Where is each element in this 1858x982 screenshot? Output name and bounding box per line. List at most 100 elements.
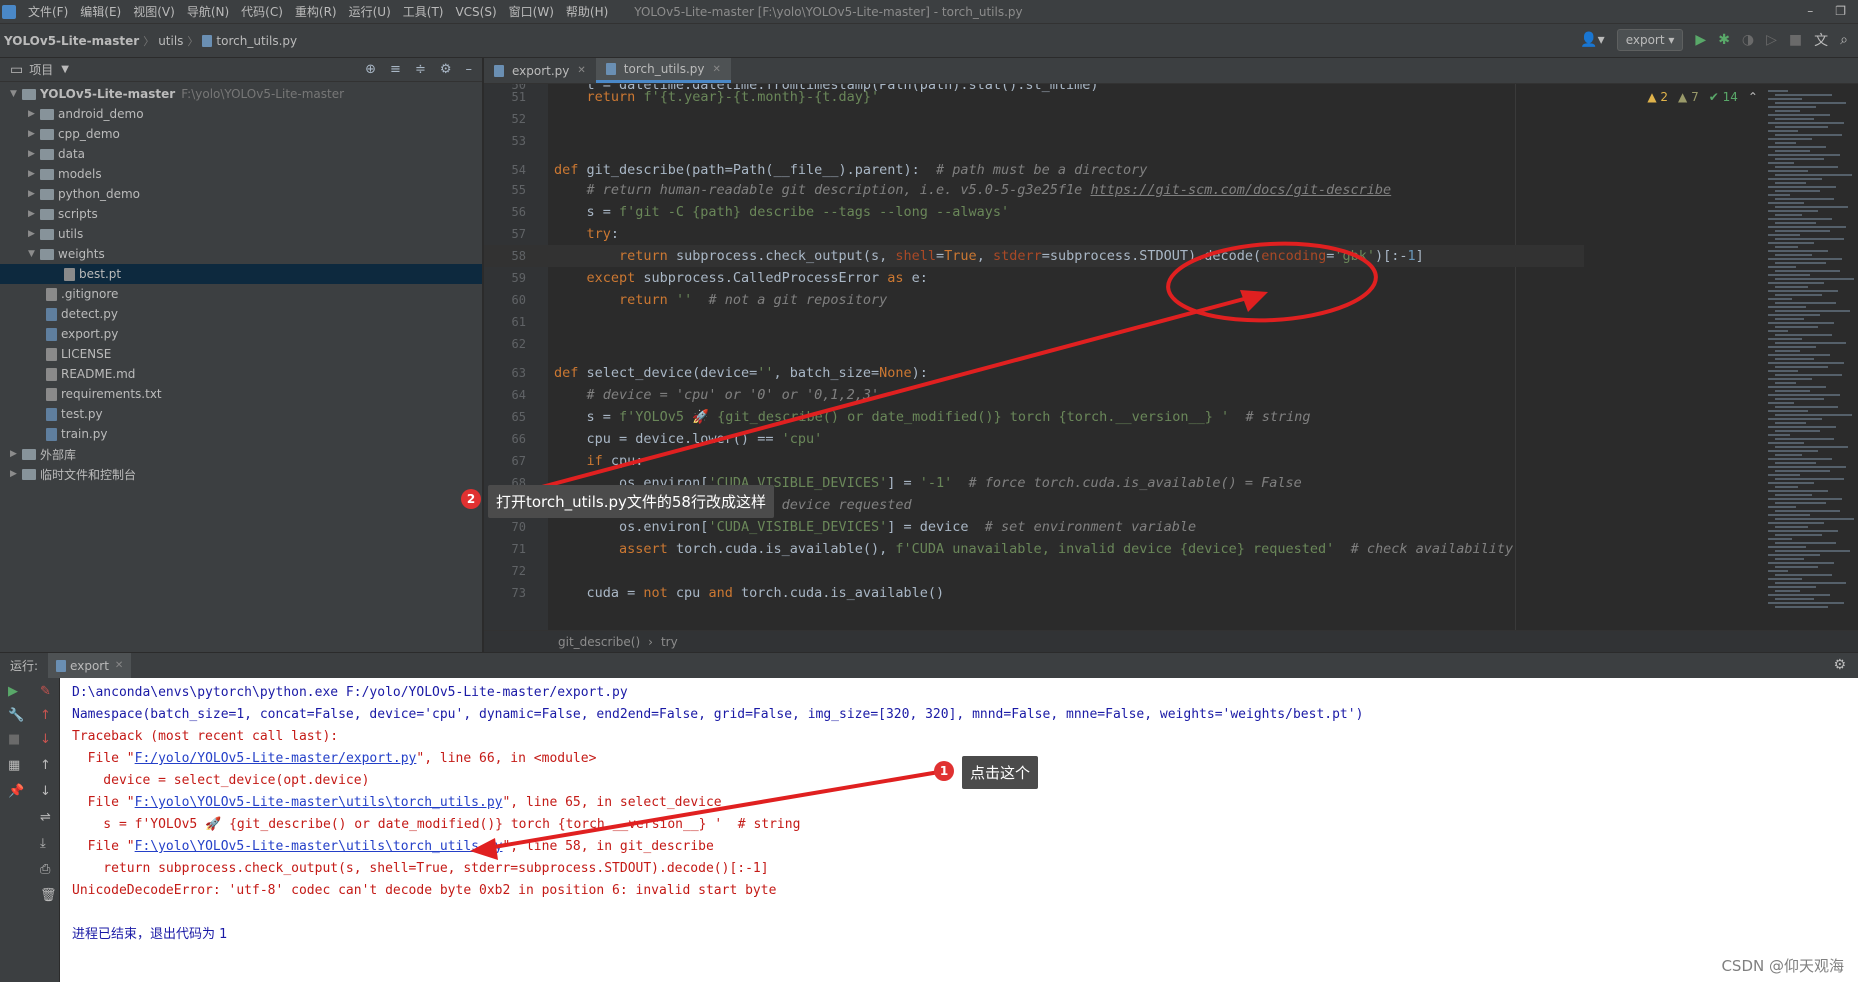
code-minimap[interactable] [1764,84,1854,630]
gear-icon[interactable]: ⚙ [440,62,452,77]
collapse-all-icon[interactable]: ≑ [415,62,426,77]
code-line[interactable]: 70 os.environ['CUDA_VISIBLE_DEVICES'] = … [484,516,1584,538]
soft-wrap-icon[interactable]: ⇌ [40,810,51,825]
chevron-right-icon[interactable]: ▶ [28,189,40,199]
tree-file-test[interactable]: test.py [0,404,482,424]
chevron-down-icon[interactable]: ▼ [28,249,40,259]
code-line[interactable]: 51 return f'{t.year}-{t.month}-{t.day}' [484,86,1584,108]
code-line[interactable]: 65 s = f'YOLOv5 🚀 {git_describe() or dat… [484,406,1584,428]
chevron-right-icon[interactable]: ▶ [28,229,40,239]
weak-warning-count[interactable]: ▲ 7 [1678,90,1699,104]
close-icon[interactable]: ✕ [577,65,585,76]
chevron-right-icon[interactable]: ▶ [28,109,40,119]
close-icon[interactable]: ✕ [712,64,720,75]
code-line[interactable]: 66 cpu = device.lower() == 'cpu' [484,428,1584,450]
tree-file-gitignore[interactable]: .gitignore [0,284,482,304]
code-line[interactable]: 57 try: [484,223,1584,245]
profile-icon[interactable]: ▷ [1766,32,1777,48]
inspection-widget[interactable]: ▲ 2 ▲ 7 ✔ 14 ⌃ ⌄ [1647,90,1778,104]
code-line[interactable]: 73 cuda = not cpu and torch.cuda.is_avai… [484,582,1584,604]
tree-file-license[interactable]: LICENSE [0,344,482,364]
menu-view[interactable]: 视图(V) [127,3,181,20]
tab-torch-utils-py[interactable]: torch_utils.py ✕ [595,58,731,83]
code-line[interactable]: 56 s = f'git -C {path} describe --tags -… [484,201,1584,223]
arrow-down-icon[interactable]: ↓ [40,732,51,747]
typo-count[interactable]: ✔ 14 [1709,90,1738,104]
layout-icon[interactable]: ▦ [8,758,20,773]
breadcrumb-function[interactable]: git_describe() [558,635,640,649]
project-panel-title[interactable]: 项目 [29,61,53,78]
menu-run[interactable]: 运行(U) [343,3,397,20]
trash-icon[interactable]: 🗑 [40,888,57,903]
chevron-down-icon[interactable]: ▼ [10,89,22,99]
chevron-right-icon[interactable]: ▶ [28,129,40,139]
console-file-link[interactable]: F:\yolo\YOLOv5-Lite-master\utils\torch_u… [135,839,503,854]
breadcrumb-folder[interactable]: utils [154,34,187,48]
breadcrumb-file[interactable]: torch_utils.py [198,34,301,48]
breadcrumb-block[interactable]: try [661,635,678,649]
search-icon[interactable]: ⌕ [1840,32,1848,48]
tree-file-detect[interactable]: detect.py [0,304,482,324]
code-line[interactable]: 61 [484,311,1584,333]
code-line[interactable]: 60 return '' # not a git repository [484,289,1584,311]
hide-icon[interactable]: – [466,62,473,77]
code-line[interactable]: 67 if cpu: [484,450,1584,472]
menu-refactor[interactable]: 重构(R) [289,3,343,20]
tree-folder-utils[interactable]: ▶ utils [0,224,482,244]
code-line[interactable]: 62 [484,333,1584,355]
tree-folder-cpp-demo[interactable]: ▶ cpp_demo [0,124,482,144]
up-icon[interactable]: ↑ [40,758,51,773]
code-line[interactable]: 71 assert torch.cuda.is_available(), f'C… [484,538,1584,560]
code-line[interactable]: 52 [484,108,1584,130]
code-line[interactable]: 63 def select_device(device='', batch_siz… [484,362,1584,384]
run-config-selector[interactable]: export ▾ [1616,29,1684,51]
code-line[interactable]: 58 return subprocess.check_output(s, she… [484,245,1584,267]
code-line[interactable]: 55 # return human-readable git descripti… [484,179,1584,201]
expand-all-icon[interactable]: ≡ [390,62,401,77]
menu-tools[interactable]: 工具(T) [397,3,450,20]
run-icon[interactable]: ▶ [1695,32,1706,48]
code-line[interactable]: 54 def git_describe(path=Path(__file__).p… [484,159,1584,181]
tree-file-requirements[interactable]: requirements.txt [0,384,482,404]
tree-folder-data[interactable]: ▶ data [0,144,482,164]
warning-count[interactable]: ▲ 2 [1647,90,1668,104]
debug-icon[interactable]: ✱ [1718,32,1730,48]
run-tab-export[interactable]: export ✕ [48,652,132,679]
stop-icon[interactable]: ■ [1789,32,1802,48]
menu-edit[interactable]: 编辑(E) [74,3,127,20]
close-icon[interactable]: ✕ [115,660,123,671]
tree-external-libraries[interactable]: ▶ 外部库 [0,444,482,464]
wrench-icon[interactable]: 🔧 [8,708,24,723]
scroll-to-end-icon[interactable]: ⤓ [40,836,46,851]
tree-file-export[interactable]: export.py [0,324,482,344]
console-file-link[interactable]: F:\yolo\YOLOv5-Lite-master\utils\torch_u… [135,795,503,810]
down-icon[interactable]: ↓ [40,784,51,799]
code-line[interactable]: 64 # device = 'cpu' or '0' or '0,1,2,3' [484,384,1584,406]
tree-folder-android-demo[interactable]: ▶ android_demo [0,104,482,124]
chevron-right-icon[interactable]: ▶ [10,449,22,459]
stop-icon[interactable]: ■ [8,732,20,747]
coverage-icon[interactable]: ◑ [1742,32,1754,48]
rerun-icon[interactable]: ▶ [8,684,18,699]
tree-file-train[interactable]: train.py [0,424,482,444]
tree-root[interactable]: ▼ YOLOv5-Lite-master F:\yolo\YOLOv5-Lite… [0,84,482,104]
code-line[interactable]: 59 except subprocess.CalledProcessError … [484,267,1584,289]
code-line[interactable]: 72 [484,560,1584,582]
pin-icon[interactable]: 📌 [8,784,24,799]
code-editor[interactable]: 50 t = datetime.datetime.fromtimestamp(P… [484,84,1858,630]
menu-code[interactable]: 代码(C) [235,3,289,20]
tree-file-best-pt[interactable]: best.pt [0,264,482,284]
minimize-icon[interactable]: – [1807,4,1813,18]
chevron-right-icon[interactable]: ▶ [28,149,40,159]
console-file-link[interactable]: F:/yolo/YOLOv5-Lite-master/export.py [135,751,417,766]
chevron-right-icon[interactable]: ▶ [10,469,22,479]
chevron-down-icon[interactable]: ▼ [61,64,69,75]
tree-folder-models[interactable]: ▶ models [0,164,482,184]
edit-icon[interactable]: ✎ [40,684,51,699]
locate-icon[interactable]: ⊕ [365,62,376,77]
breadcrumb-project[interactable]: YOLOv5-Lite-master [0,34,143,48]
menu-window[interactable]: 窗口(W) [503,3,560,20]
user-icon[interactable]: 👤▾ [1580,32,1604,48]
menu-navigate[interactable]: 导航(N) [181,3,235,20]
chevron-up-icon[interactable]: ⌃ [1748,90,1758,104]
